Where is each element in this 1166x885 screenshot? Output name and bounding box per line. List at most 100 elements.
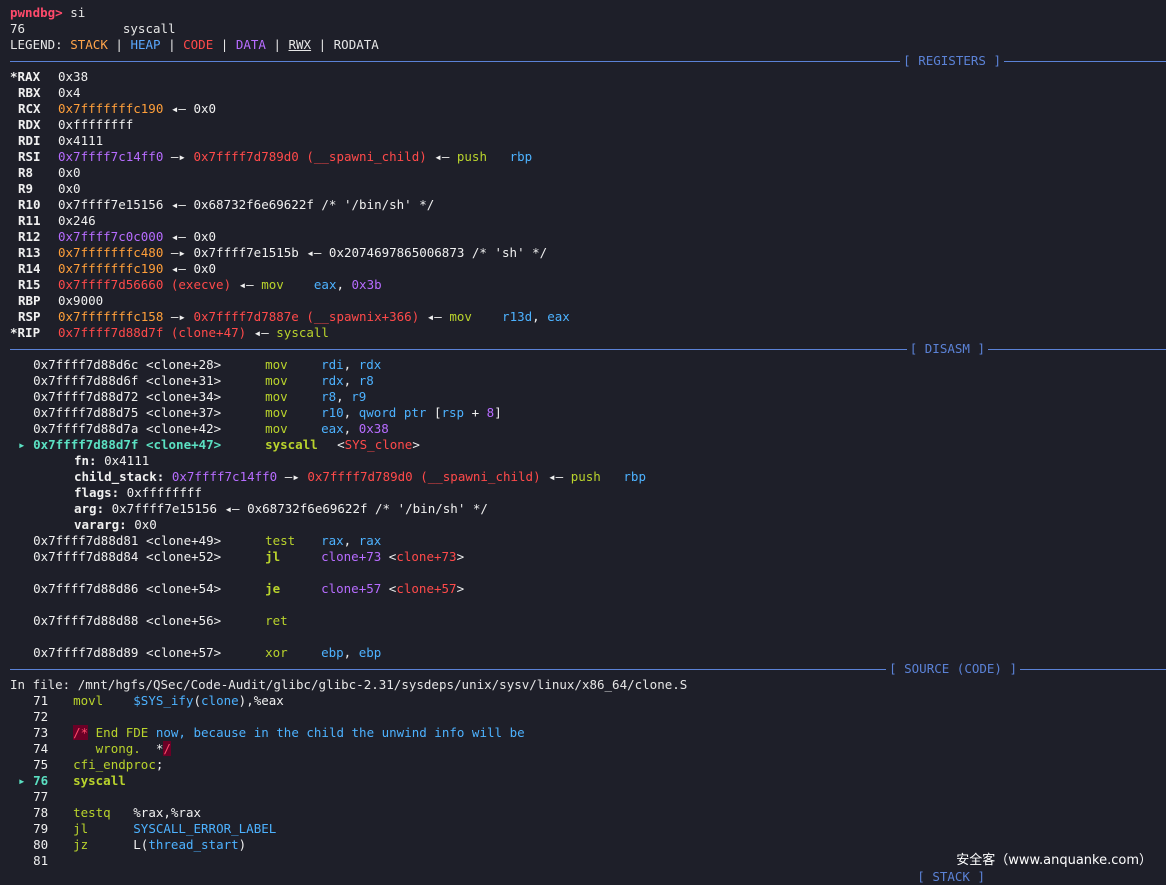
text-segment: movl — [73, 693, 104, 708]
text-segment: ◂— 0x0 — [163, 229, 217, 244]
instruction-address: 0x7ffff7d88d88 <clone+56> — [33, 613, 222, 628]
legend-data: DATA — [235, 37, 266, 52]
line-number: 73 — [33, 725, 49, 740]
line-number: 76 — [33, 773, 49, 788]
legend-code: CODE — [183, 37, 214, 52]
prompt: pwndbg> — [10, 5, 63, 20]
text-segment: 0x7ffff7d7887e (__spawnix+366) — [193, 309, 420, 324]
register-name: R14 — [18, 261, 41, 276]
command: si — [70, 5, 86, 20]
source-title: [ SOURCE (CODE) ] — [886, 661, 1020, 677]
text-segment — [487, 149, 510, 164]
text-segment: rbp — [509, 149, 533, 164]
mnemonic: mov — [265, 405, 288, 420]
register-row: RDI 0x4111 — [10, 133, 103, 149]
text-segment: SYSCALL_ERROR_LABEL — [133, 821, 277, 836]
register-row: R10 0x7ffff7e15156 ◂— 0x68732f6e69622f /*… — [10, 197, 434, 213]
source-row: 78 testq %rax,%rax — [18, 805, 201, 821]
current-marker-icon — [18, 709, 33, 724]
text-segment: ( — [193, 693, 202, 708]
register-name: RSP — [18, 309, 41, 324]
register-name: R13 — [18, 245, 41, 260]
legend-heap: HEAP — [130, 37, 161, 52]
text-segment: 0x7ffff7e15156 ◂— 0x68732f6e69622f /* '/… — [58, 197, 435, 212]
source-row: 75 cfi_endproc; — [18, 757, 163, 773]
current-marker-icon: ▸ — [18, 437, 34, 452]
text-segment: L( — [88, 837, 149, 852]
text-segment: clone+57 — [396, 581, 457, 596]
register-row: RSP 0x7fffffffc158 —▸ 0x7ffff7d7887e (__s… — [10, 309, 570, 325]
mnemonic: ret — [265, 613, 288, 628]
text-segment: ◂— — [246, 325, 277, 340]
text-segment: syscall — [73, 773, 126, 788]
legend-sep: | — [213, 37, 236, 52]
current-marker-icon — [18, 693, 33, 708]
register-name: RSI — [18, 149, 41, 164]
text-segment: 0x7fffffffc480 — [58, 245, 164, 260]
register-name: *RIP — [10, 325, 41, 340]
text-segment: [ — [426, 405, 442, 420]
text-segment: r10 — [321, 405, 344, 420]
text-segment: 0x7ffff7d88d7f (clone+47) — [58, 325, 247, 340]
register-name: RDI — [18, 133, 41, 148]
register-row: *RAX 0x38 — [10, 69, 88, 85]
text-segment: 0xffffffff — [58, 117, 134, 132]
register-row: RDX 0xffffffff — [10, 117, 133, 133]
text-segment: rsp — [441, 405, 465, 420]
register-row: R14 0x7fffffffc190 ◂— 0x0 — [10, 261, 216, 277]
text-segment: r8 — [321, 389, 337, 404]
register-row: R13 0x7fffffffc480 —▸ 0x7ffff7e1515b ◂— 0… — [10, 245, 547, 261]
instruction-address: 0x7ffff7d88d86 <clone+54> — [33, 581, 222, 596]
register-row: R9 0x0 — [10, 181, 81, 197]
terminal-window[interactable]: pwndbg> si 76 syscall LEGEND: STACK | HE… — [0, 0, 1166, 885]
text-segment: —▸ — [163, 149, 194, 164]
text-segment: r8 — [358, 373, 374, 388]
mnemonic: mov — [265, 389, 288, 404]
text-segment: 0x7ffff7d789d0 (__spawni_child) — [193, 149, 427, 164]
legend-sep: | — [311, 37, 334, 52]
source-row: 72 — [18, 709, 73, 725]
current-marker-icon — [18, 549, 33, 564]
text-segment: jl — [73, 821, 89, 836]
disasm-row: 0x7ffff7d88d6f <clone+31> mov rdx, r8 — [18, 373, 374, 389]
text-segment: mov — [261, 277, 284, 292]
source-row: 81 — [18, 853, 73, 869]
arg-name: child_stack: — [74, 469, 165, 484]
line-number: 81 — [33, 853, 49, 868]
current-marker-icon — [18, 805, 33, 820]
disasm-row: 0x7ffff7d88d72 <clone+34> mov r8, r9 — [18, 389, 366, 405]
source-row: 77 — [18, 789, 73, 805]
text-segment: , — [343, 373, 359, 388]
mnemonic: test — [265, 533, 296, 548]
text-segment: > — [456, 549, 465, 564]
line-number: 72 — [33, 709, 49, 724]
register-name: R10 — [18, 197, 41, 212]
text-segment: , — [343, 421, 359, 436]
text-segment: ◂— — [419, 309, 450, 324]
text-segment: 0x7fffffffc190 — [58, 101, 164, 116]
current-marker-icon — [18, 853, 33, 868]
arg-name: vararg: — [74, 517, 127, 532]
text-segment: / — [163, 741, 171, 756]
syscall-arg: vararg: 0x0 — [74, 517, 157, 533]
current-marker-icon — [18, 405, 33, 420]
text-segment: 0x7ffff7c14ff0 — [164, 469, 278, 484]
text-segment — [103, 693, 133, 708]
text-segment: clone+73 — [321, 549, 382, 564]
mnemonic: je — [265, 581, 281, 596]
register-row: R11 0x246 — [10, 213, 96, 229]
instruction-address: 0x7ffff7d88d84 <clone+52> — [33, 549, 222, 564]
text-segment: clone — [201, 693, 239, 708]
current-marker-icon — [18, 837, 33, 852]
text-segment: 0x7ffff7d789d0 (__spawni_child) — [307, 469, 541, 484]
legend-sep: | — [265, 37, 289, 52]
source-row: 74 wrong. */ — [18, 741, 171, 757]
legend-sep: | — [107, 37, 131, 52]
current-marker-icon — [18, 389, 33, 404]
text-segment: rax — [358, 533, 382, 548]
register-name: R9 — [18, 181, 34, 196]
text-segment — [601, 469, 624, 484]
text-segment: clone+73 — [396, 549, 457, 564]
text-segment: ] — [494, 405, 502, 420]
current-marker-icon — [18, 421, 33, 436]
